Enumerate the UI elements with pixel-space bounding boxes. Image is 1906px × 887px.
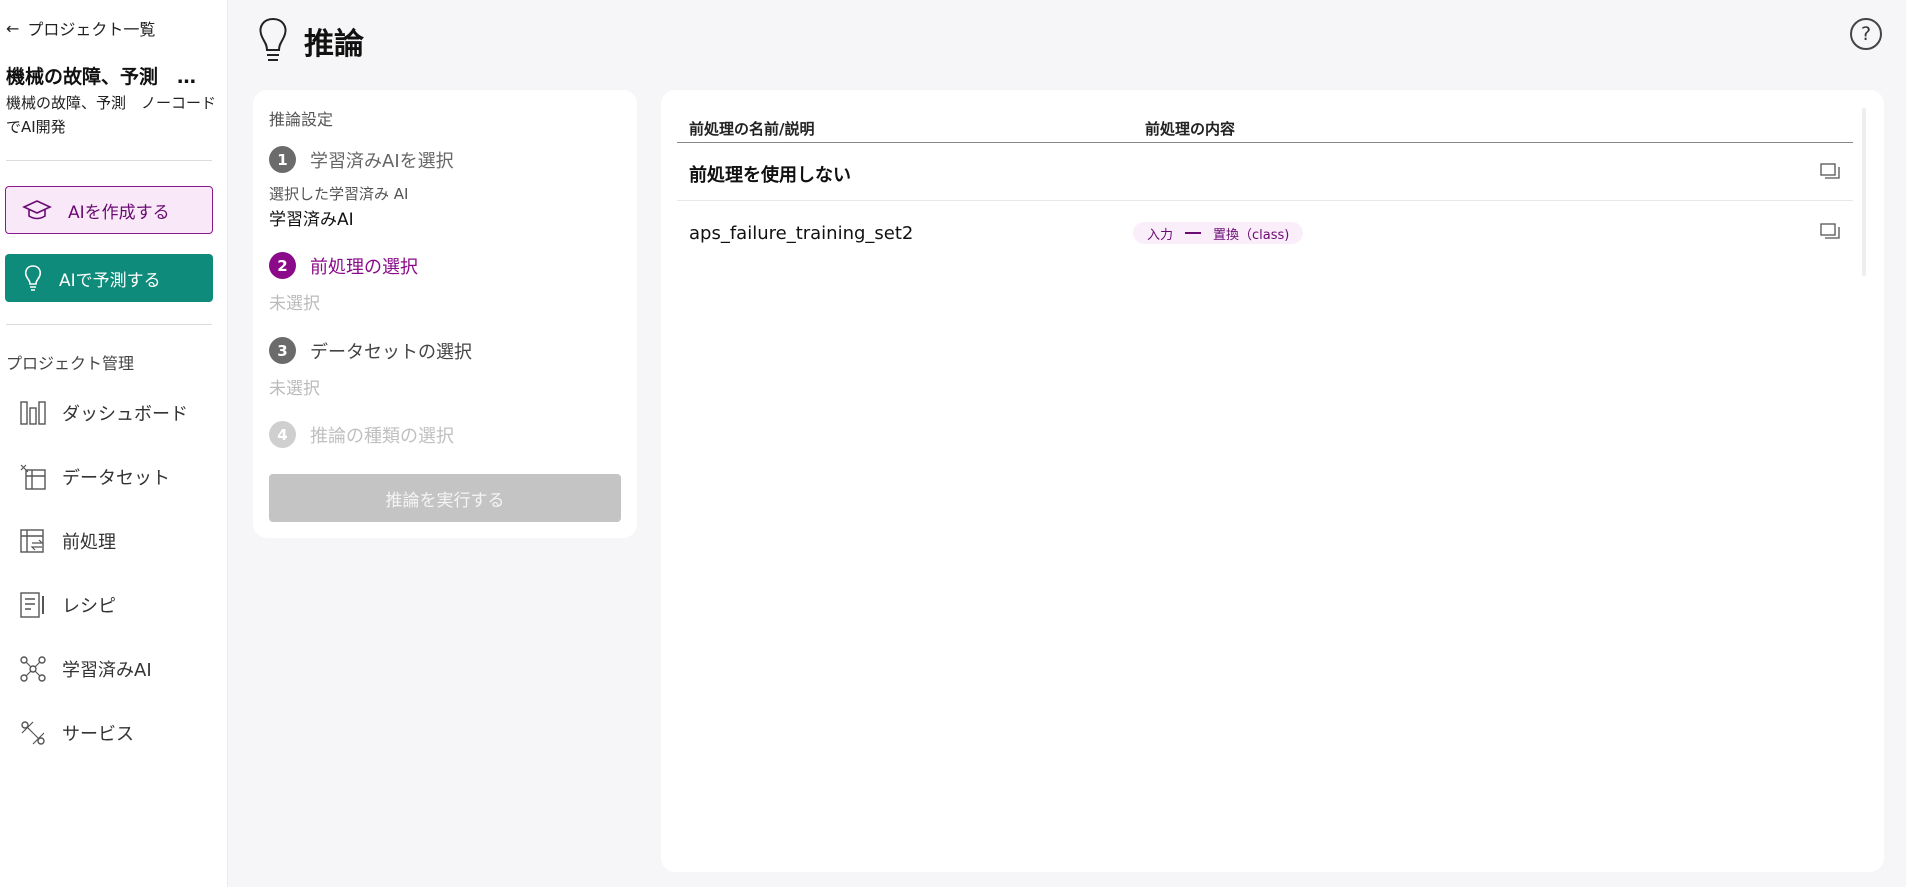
graduation-cap-icon bbox=[22, 200, 52, 220]
step-label: 学習済みAIを選択 bbox=[310, 150, 454, 172]
step-number: 3 bbox=[269, 337, 296, 364]
table-row[interactable]: aps_failure_training_set2 入力 置換（class) bbox=[677, 201, 1853, 265]
back-to-projects-link[interactable]: ← プロジェクト一覧 bbox=[6, 16, 155, 40]
back-link-label: プロジェクト一覧 bbox=[27, 20, 156, 39]
page-title: 推論 bbox=[304, 27, 364, 62]
preprocess-placeholder: 未選択 bbox=[269, 294, 320, 314]
step-number: 2 bbox=[269, 252, 296, 279]
project-title: 機械の故障、予測 … bbox=[6, 66, 197, 88]
predict-ai-label: AIで予測する bbox=[59, 270, 161, 291]
sidebar: ← プロジェクト一覧 機械の故障、予測 … 機械の故障、予測 ノーコードでAI開… bbox=[0, 0, 228, 887]
nav-label: ダッシュボード bbox=[62, 404, 188, 425]
predict-ai-button[interactable]: AIで予測する bbox=[5, 254, 213, 302]
selected-ai-label: 選択した学習済み AI bbox=[269, 185, 409, 203]
copy-icon[interactable] bbox=[1820, 163, 1840, 181]
copy-icon[interactable] bbox=[1820, 223, 1840, 241]
step-select-inference-type: 4 推論の種類の選択 bbox=[269, 421, 454, 448]
create-ai-label: AIを作成する bbox=[68, 202, 170, 223]
nav-item-dataset[interactable]: データセット bbox=[18, 457, 218, 497]
help-icon[interactable]: ? bbox=[1850, 18, 1882, 50]
inference-settings-panel: 推論設定 1 学習済みAIを選択 選択した学習済み AI 学習済みAI 2 前処… bbox=[253, 90, 637, 538]
sidebar-divider bbox=[6, 160, 212, 161]
settings-heading: 推論設定 bbox=[269, 110, 334, 129]
project-description: 機械の故障、予測 ノーコードでAI開発 bbox=[6, 94, 217, 136]
dataset-placeholder: 未選択 bbox=[269, 379, 320, 399]
table-row[interactable]: 前処理を使用しない bbox=[677, 143, 1853, 201]
preprocess-name: 前処理を使用しない bbox=[689, 165, 851, 186]
chip-connector bbox=[1185, 232, 1202, 234]
dataset-icon bbox=[20, 464, 46, 490]
chip-input-label: 入力 bbox=[1147, 227, 1174, 243]
preprocess-table-panel: 前処理の名前/説明 前処理の内容 前処理を使用しない aps_failure_t… bbox=[661, 90, 1884, 872]
page-header: 推論 bbox=[256, 16, 364, 66]
step-label: 推論の種類の選択 bbox=[310, 425, 454, 447]
step-select-dataset[interactable]: 3 データセットの選択 bbox=[269, 337, 472, 364]
dashboard-icon bbox=[20, 401, 46, 425]
project-management-label: プロジェクト管理 bbox=[6, 354, 135, 373]
sidebar-divider bbox=[6, 324, 212, 325]
nav-item-preprocess[interactable]: 前処理 bbox=[18, 521, 218, 561]
step-number: 1 bbox=[269, 146, 296, 173]
selected-ai-value: 学習済みAI bbox=[269, 210, 354, 230]
run-inference-button[interactable]: 推論を実行する bbox=[269, 474, 621, 522]
nav-item-dashboard[interactable]: ダッシュボード bbox=[18, 393, 218, 433]
step-label: 前処理の選択 bbox=[310, 256, 418, 278]
step-label: データセットの選択 bbox=[310, 341, 472, 363]
table-header: 前処理の名前/説明 前処理の内容 bbox=[677, 106, 1853, 143]
lightbulb-icon bbox=[24, 265, 42, 291]
lightbulb-icon bbox=[259, 17, 287, 61]
trained-ai-icon bbox=[20, 656, 46, 682]
nav-label: サービス bbox=[62, 724, 134, 745]
arrow-left-icon: ← bbox=[6, 18, 20, 38]
preprocess-name: aps_failure_training_set2 bbox=[689, 223, 914, 244]
step-select-preprocess[interactable]: 2 前処理の選択 bbox=[269, 252, 418, 279]
preprocess-icon bbox=[20, 529, 44, 553]
step-number: 4 bbox=[269, 421, 296, 448]
nav-label: 学習済みAI bbox=[62, 660, 152, 681]
nav-label: レシピ bbox=[62, 596, 116, 617]
nav-item-trained-ai[interactable]: 学習済みAI bbox=[18, 649, 218, 689]
nav-item-service[interactable]: サービス bbox=[18, 713, 218, 753]
column-header-name: 前処理の名前/説明 bbox=[689, 120, 815, 138]
service-icon bbox=[21, 721, 45, 745]
preprocess-content-chip: 入力 置換（class) bbox=[1133, 222, 1304, 244]
nav-item-recipe[interactable]: レシピ bbox=[18, 585, 218, 625]
step-select-trained-ai[interactable]: 1 学習済みAIを選択 bbox=[269, 146, 454, 173]
chip-replace-label: 置換（class) bbox=[1213, 227, 1290, 243]
create-ai-button[interactable]: AIを作成する bbox=[5, 186, 213, 234]
scrollbar[interactable] bbox=[1862, 108, 1866, 276]
nav-label: 前処理 bbox=[62, 532, 116, 553]
nav-label: データセット bbox=[62, 468, 170, 489]
recipe-icon bbox=[20, 592, 44, 618]
column-header-content: 前処理の内容 bbox=[1145, 120, 1236, 138]
